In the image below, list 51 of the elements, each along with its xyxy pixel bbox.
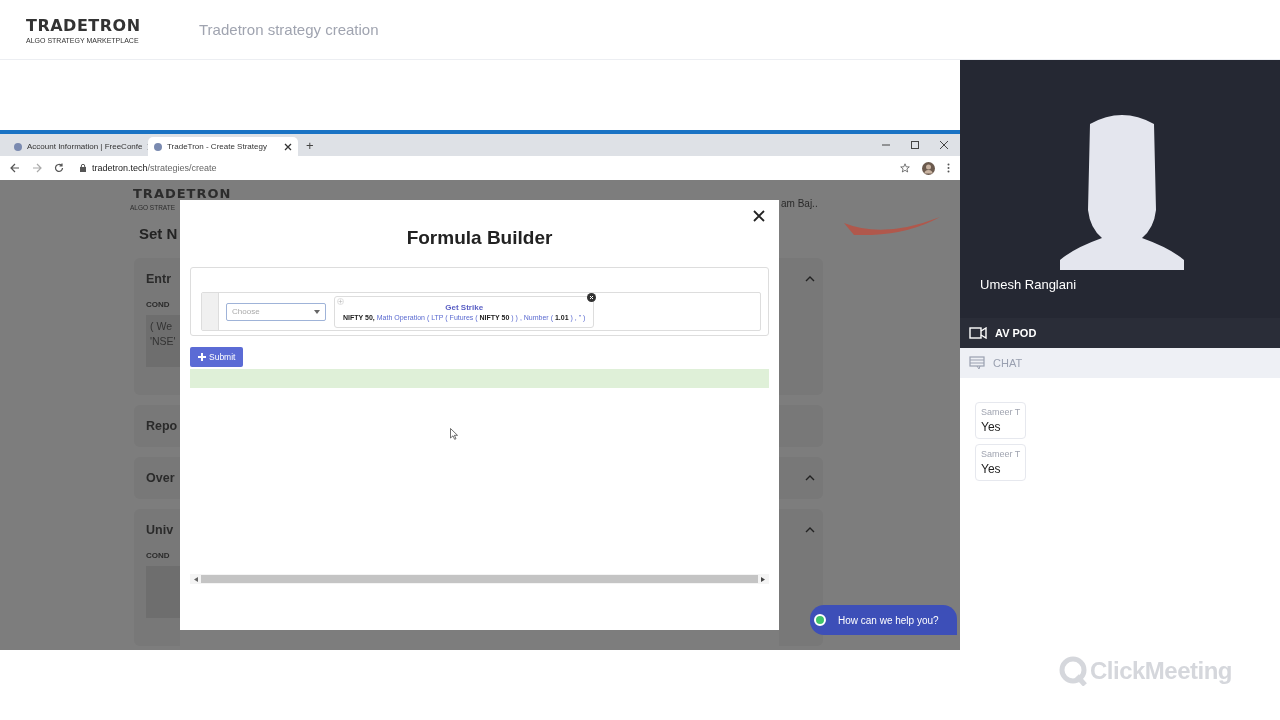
section-title: Repo	[146, 419, 179, 433]
site-icon	[14, 142, 22, 151]
dropdown-icon	[314, 309, 320, 314]
close-icon[interactable]	[753, 210, 765, 222]
camera-icon	[969, 327, 987, 339]
back-icon[interactable]	[10, 163, 20, 173]
condition-text: 'NSE'	[150, 335, 177, 347]
logo-text: TRADETRON	[26, 15, 142, 37]
remove-icon[interactable]	[587, 292, 597, 302]
brand-logo-icon	[1058, 656, 1088, 686]
section-title: Entr	[146, 272, 172, 286]
scroll-right-icon[interactable]	[761, 576, 765, 582]
dialog-title: Formula Builder	[406, 227, 553, 249]
section-title: Over	[146, 471, 176, 485]
drag-handle[interactable]	[202, 293, 219, 330]
avatar-icon[interactable]	[922, 161, 935, 175]
site-logo: TRADETRON	[133, 187, 232, 200]
chat-icon	[969, 356, 985, 370]
participant-name: Umesh Ranglani	[980, 277, 1077, 292]
browser-tab[interactable]: TradeTron - Create Strategy	[148, 137, 298, 156]
submit-button[interactable]: Submit	[190, 347, 244, 367]
close-icon[interactable]	[284, 142, 292, 151]
page-title: Tradetron strategy creation	[199, 21, 379, 38]
message-text: Yes	[981, 462, 1002, 476]
lock-icon	[80, 164, 86, 172]
scrollbar[interactable]	[190, 574, 769, 584]
close-icon[interactable]	[940, 141, 948, 149]
help-chat-button[interactable]: How can we help you?	[810, 605, 957, 635]
message-author: Sameer T	[981, 407, 1021, 417]
cursor-icon	[450, 428, 458, 440]
chevron-up-icon[interactable]	[805, 527, 815, 533]
site-icon	[154, 142, 162, 151]
maximize-icon[interactable]	[911, 141, 919, 149]
plus-icon	[198, 353, 206, 361]
new-tab-button[interactable]: +	[306, 137, 314, 153]
chevron-up-icon[interactable]	[805, 276, 815, 282]
chevron-up-icon[interactable]	[805, 475, 815, 481]
user-menu[interactable]: am Baj..	[781, 198, 960, 209]
panel-tab[interactable]: AV POD	[960, 318, 1280, 348]
scroll-left-icon[interactable]	[194, 576, 198, 582]
condition-label: COND	[146, 300, 171, 309]
message-author: Sameer T	[981, 449, 1021, 459]
reload-icon[interactable]	[54, 163, 64, 173]
message-text: Yes	[981, 420, 1002, 434]
section-title: Univ	[146, 523, 175, 537]
more-icon[interactable]	[947, 163, 950, 173]
condition-label: COND	[146, 551, 171, 560]
page-heading: Set N	[139, 225, 179, 242]
condition-text: ( We	[150, 320, 173, 332]
block-title: Get Strike	[445, 302, 484, 312]
star-icon[interactable]	[900, 163, 910, 173]
